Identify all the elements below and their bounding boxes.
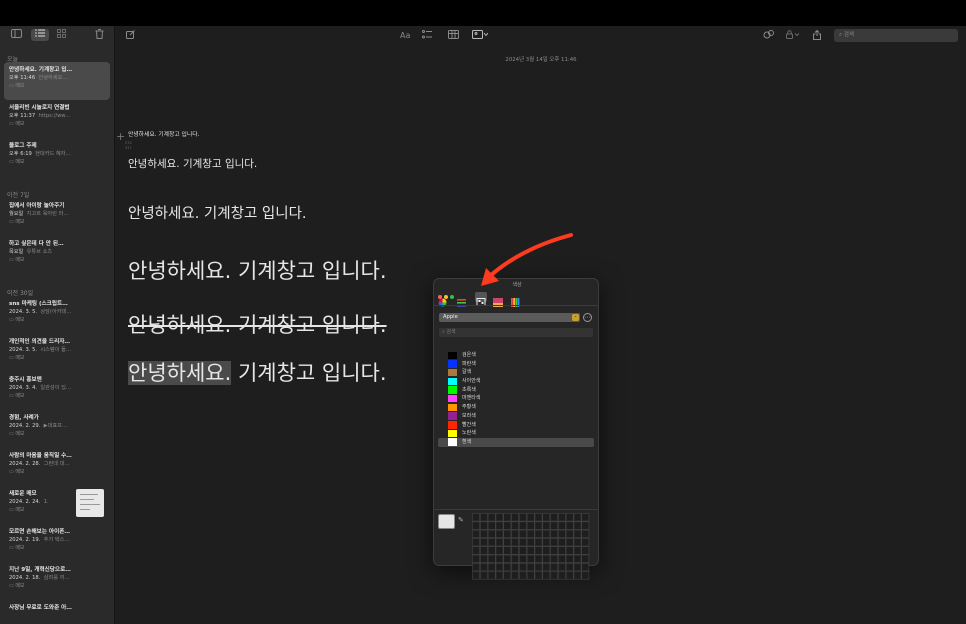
menu-bar xyxy=(0,0,966,26)
annotation-arrow xyxy=(481,233,573,286)
notes-window: 오늘 안녕하세요. 기계창고 입… 오후 11:46 안녕하세요.... ▭ 메모 서울… xyxy=(0,26,966,624)
